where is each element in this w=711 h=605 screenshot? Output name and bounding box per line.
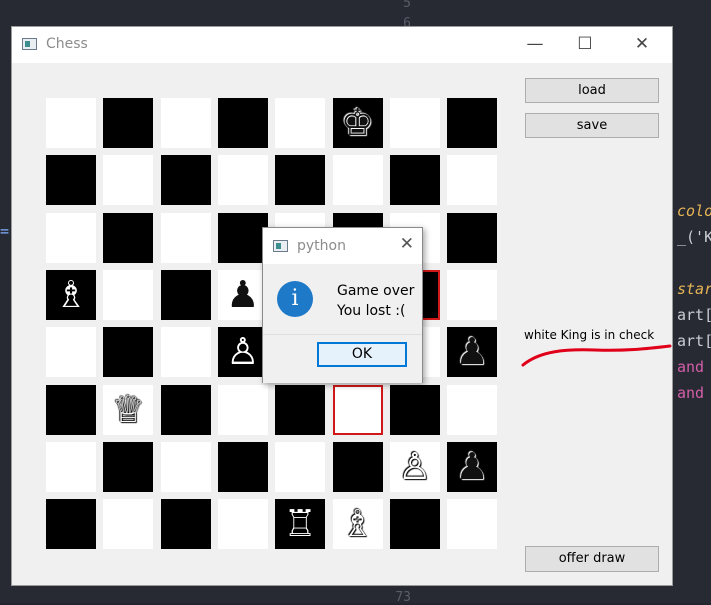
code-fragment: and: [677, 358, 705, 376]
board-square-d2[interactable]: [217, 441, 268, 492]
board-square-g2[interactable]: ♙: [389, 441, 440, 492]
board-square-h3[interactable]: [447, 384, 498, 435]
dialog-message: Game over You lost :(: [337, 281, 414, 321]
board-square-b4[interactable]: [103, 327, 154, 378]
board-square-c3[interactable]: [160, 384, 211, 435]
board-square-a6[interactable]: [46, 212, 96, 263]
board-square-f2[interactable]: [332, 441, 383, 492]
board-square-h1[interactable]: [447, 499, 498, 550]
code-fragment: _('K: [677, 228, 711, 246]
board-square-a4[interactable]: [46, 327, 96, 378]
board-square-b3[interactable]: ♕: [103, 384, 154, 435]
chess-piece[interactable]: ♗: [333, 499, 383, 549]
code-fragment: star: [677, 280, 711, 298]
chess-piece[interactable]: ♗: [46, 270, 96, 320]
board-square-f1[interactable]: ♗: [332, 499, 383, 550]
dialog-message-line: You lost :(: [337, 303, 406, 319]
board-square-e8[interactable]: [275, 98, 326, 148]
chess-piece[interactable]: ♕: [103, 385, 153, 435]
code-fragment: =: [0, 222, 10, 240]
board-square-h7[interactable]: [447, 155, 498, 206]
board-square-e1[interactable]: ♖: [275, 499, 326, 550]
info-icon: i: [277, 281, 313, 317]
dialog-title: python: [297, 238, 346, 254]
board-square-e7[interactable]: [275, 155, 326, 206]
board-square-f3[interactable]: [332, 384, 383, 435]
board-square-b6[interactable]: [103, 212, 154, 263]
close-button[interactable]: ✕: [619, 27, 665, 63]
board-square-d4[interactable]: ♙: [217, 327, 268, 378]
code-fragment: and: [677, 384, 705, 402]
chess-piece[interactable]: ♖: [275, 499, 325, 549]
board-square-g7[interactable]: [389, 155, 440, 206]
board-square-d5[interactable]: ♟: [217, 269, 268, 320]
board-square-b2[interactable]: [103, 441, 154, 492]
load-button[interactable]: load: [525, 78, 659, 103]
board-square-c5[interactable]: [160, 269, 211, 320]
board-square-g8[interactable]: [389, 98, 440, 148]
board-square-d7[interactable]: [217, 155, 268, 206]
code-fragment: colo: [677, 202, 711, 220]
board-square-c7[interactable]: [160, 155, 211, 206]
window-titlebar[interactable]: Chess — ☐ ✕: [12, 27, 672, 63]
board-square-d1[interactable]: [217, 499, 268, 550]
app-icon: [22, 38, 37, 50]
board-square-h6[interactable]: [447, 212, 498, 263]
board-square-h5[interactable]: [447, 269, 498, 320]
board-square-a5[interactable]: ♗: [46, 269, 96, 320]
board-square-f7[interactable]: [332, 155, 383, 206]
board-square-a3[interactable]: [46, 384, 96, 435]
board-square-d6[interactable]: [217, 212, 268, 263]
board-square-d8[interactable]: [217, 98, 268, 148]
board-square-b1[interactable]: [103, 499, 154, 550]
board-square-b7[interactable]: [103, 155, 154, 206]
code-fragment: art[: [677, 306, 711, 324]
board-square-a2[interactable]: [46, 441, 96, 492]
board-square-b5[interactable]: [103, 269, 154, 320]
board-square-e2[interactable]: [275, 441, 326, 492]
offer-draw-button[interactable]: offer draw: [525, 546, 659, 572]
board-square-h4[interactable]: ♟: [447, 327, 498, 378]
board-square-c8[interactable]: [160, 98, 211, 148]
board-square-d3[interactable]: [217, 384, 268, 435]
chess-piece[interactable]: ♟: [218, 270, 268, 320]
board-square-a7[interactable]: [46, 155, 96, 206]
chess-piece[interactable]: ♟: [447, 442, 497, 492]
maximize-button[interactable]: ☐: [562, 27, 608, 63]
board-square-a1[interactable]: [46, 499, 96, 550]
chess-piece[interactable]: ♙: [390, 442, 440, 492]
dialog-titlebar[interactable]: python ✕: [263, 228, 422, 264]
board-square-c1[interactable]: [160, 499, 211, 550]
board-square-e3[interactable]: [275, 384, 326, 435]
code-fragment: art[: [677, 332, 711, 350]
window-title: Chess: [46, 36, 88, 52]
board-square-g1[interactable]: [389, 499, 440, 550]
board-square-c4[interactable]: [160, 327, 211, 378]
board-square-f8[interactable]: ♚: [332, 98, 383, 148]
chess-piece[interactable]: ♟: [447, 327, 497, 377]
red-annotation-underline: [521, 344, 672, 367]
board-square-h2[interactable]: ♟: [447, 441, 498, 492]
dialog-close-button[interactable]: ✕: [400, 234, 414, 254]
board-square-a8[interactable]: [46, 98, 96, 148]
board-square-c2[interactable]: [160, 441, 211, 492]
ok-button[interactable]: OK: [317, 342, 407, 367]
chess-piece[interactable]: ♙: [218, 327, 268, 377]
dialog-app-icon: [273, 240, 288, 252]
board-square-b8[interactable]: [103, 98, 154, 148]
board-square-g3[interactable]: [389, 384, 440, 435]
save-button[interactable]: save: [525, 113, 659, 138]
minimize-button[interactable]: —: [512, 27, 558, 63]
line-number: 5: [403, 0, 411, 11]
board-square-c6[interactable]: [160, 212, 211, 263]
game-over-dialog: python ✕ i Game over You lost :( OK: [262, 227, 423, 383]
board-square-h8[interactable]: [447, 98, 498, 148]
chess-piece[interactable]: ♚: [333, 98, 383, 148]
dialog-message-line: Game over: [337, 283, 415, 299]
